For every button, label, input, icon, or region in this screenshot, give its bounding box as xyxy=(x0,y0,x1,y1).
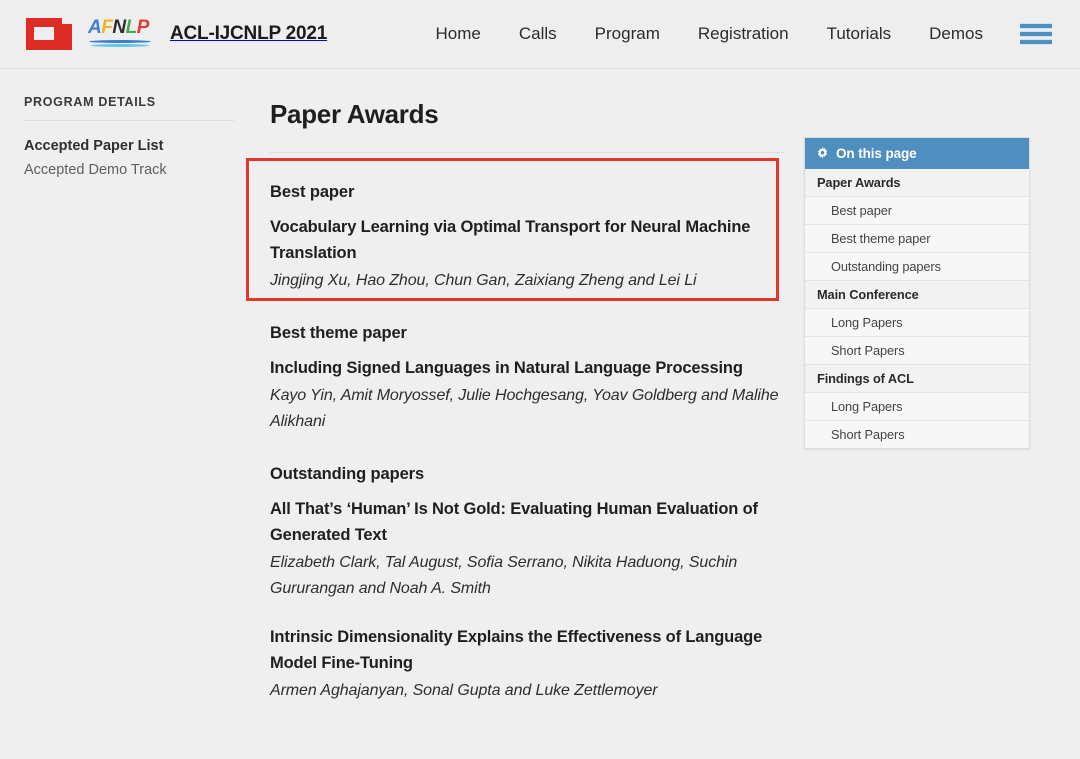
nav-item-calls[interactable]: Calls xyxy=(500,18,576,50)
toc-item-best-paper[interactable]: Best paper xyxy=(805,197,1029,225)
hamburger-menu-icon[interactable] xyxy=(1020,21,1052,47)
nav-item-registration[interactable]: Registration xyxy=(679,18,808,50)
toc-item-main-short-papers[interactable]: Short Papers xyxy=(805,337,1029,365)
award-group-best-paper: Best paper Vocabulary Learning via Optim… xyxy=(270,183,784,294)
title-divider xyxy=(270,152,784,153)
page-title: Paper Awards xyxy=(270,99,439,129)
afnlp-letter-p: P xyxy=(136,17,150,38)
gear-icon xyxy=(817,147,828,159)
paper-entry: Including Signed Languages in Natural La… xyxy=(270,355,784,435)
left-sidebar: PROGRAM DETAILS Accepted Paper List Acce… xyxy=(0,91,252,759)
nav-item-program[interactable]: Program xyxy=(576,18,679,50)
toc-item-paper-awards[interactable]: Paper Awards xyxy=(805,169,1029,197)
on-this-page-header: On this page xyxy=(805,138,1029,169)
page-body: PROGRAM DETAILS Accepted Paper List Acce… xyxy=(0,69,1080,759)
paper-authors: Armen Aghajanyan, Sonal Gupta and Luke Z… xyxy=(270,682,658,699)
toc-item-main-conference[interactable]: Main Conference xyxy=(805,281,1029,309)
toc-item-main-long-papers[interactable]: Long Papers xyxy=(805,309,1029,337)
paper-authors: Kayo Yin, Amit Moryossef, Julie Hochgesa… xyxy=(270,387,779,430)
toc-item-findings-long-papers[interactable]: Long Papers xyxy=(805,393,1029,421)
acl-logo-icon xyxy=(24,14,76,54)
award-kicker: Best paper xyxy=(270,183,355,201)
toc-item-best-theme-paper[interactable]: Best theme paper xyxy=(805,225,1029,253)
on-this-page-panel: On this page Paper Awards Best paper Bes… xyxy=(804,137,1030,449)
afnlp-letter-l: L xyxy=(125,17,138,38)
paper-authors: Elizabeth Clark, Tal August, Sofia Serra… xyxy=(270,554,738,597)
sidebar-heading: PROGRAM DETAILS xyxy=(24,95,156,109)
nav-item-demos[interactable]: Demos xyxy=(910,18,1002,50)
paper-title: Intrinsic Dimensionality Explains the Ef… xyxy=(270,628,763,672)
site-header: AFNLP ACL-IJCNLP 2021 Home Calls Program… xyxy=(0,0,1080,69)
paper-entry: Vocabulary Learning via Optimal Transpor… xyxy=(270,214,784,294)
brand-home-link[interactable]: AFNLP ACL-IJCNLP 2021 xyxy=(24,14,327,54)
toc-item-findings-of-acl[interactable]: Findings of ACL xyxy=(805,365,1029,393)
nav-item-tutorials[interactable]: Tutorials xyxy=(808,18,911,50)
afnlp-letter-n: N xyxy=(112,17,126,38)
paper-authors: Jingjing Xu, Hao Zhou, Chun Gan, Zaixian… xyxy=(270,272,697,289)
toc-item-outstanding-papers[interactable]: Outstanding papers xyxy=(805,253,1029,281)
paper-entry: All That’s ‘Human’ Is Not Gold: Evaluati… xyxy=(270,496,784,602)
award-group-outstanding-papers: Outstanding papers All That’s ‘Human’ Is… xyxy=(270,465,784,704)
main-content: Paper Awards Best paper Vocabulary Learn… xyxy=(246,91,808,759)
afnlp-letter-a: A xyxy=(88,17,102,38)
main-navigation: Home Calls Program Registration Tutorial… xyxy=(417,18,1052,50)
sidebar-divider xyxy=(24,120,234,121)
paper-entry: Intrinsic Dimensionality Explains the Ef… xyxy=(270,624,784,704)
nav-item-home[interactable]: Home xyxy=(417,18,500,50)
paper-title: Including Signed Languages in Natural La… xyxy=(270,359,743,377)
award-kicker: Outstanding papers xyxy=(270,465,425,483)
award-group-best-theme-paper: Best theme paper Including Signed Langua… xyxy=(270,324,784,435)
on-this-page-label: On this page xyxy=(836,146,917,161)
afnlp-logo-icon: AFNLP xyxy=(88,17,156,51)
award-kicker: Best theme paper xyxy=(270,324,407,342)
sidebar-item-accepted-demo-track[interactable]: Accepted Demo Track xyxy=(24,158,234,182)
sidebar-item-accepted-paper-list[interactable]: Accepted Paper List xyxy=(24,134,234,158)
paper-title: All That’s ‘Human’ Is Not Gold: Evaluati… xyxy=(270,500,758,544)
afnlp-letter-f: F xyxy=(101,17,113,38)
paper-title: Vocabulary Learning via Optimal Transpor… xyxy=(270,218,751,262)
toc-item-findings-short-papers[interactable]: Short Papers xyxy=(805,421,1029,448)
brand-title: ACL-IJCNLP 2021 xyxy=(170,23,328,44)
